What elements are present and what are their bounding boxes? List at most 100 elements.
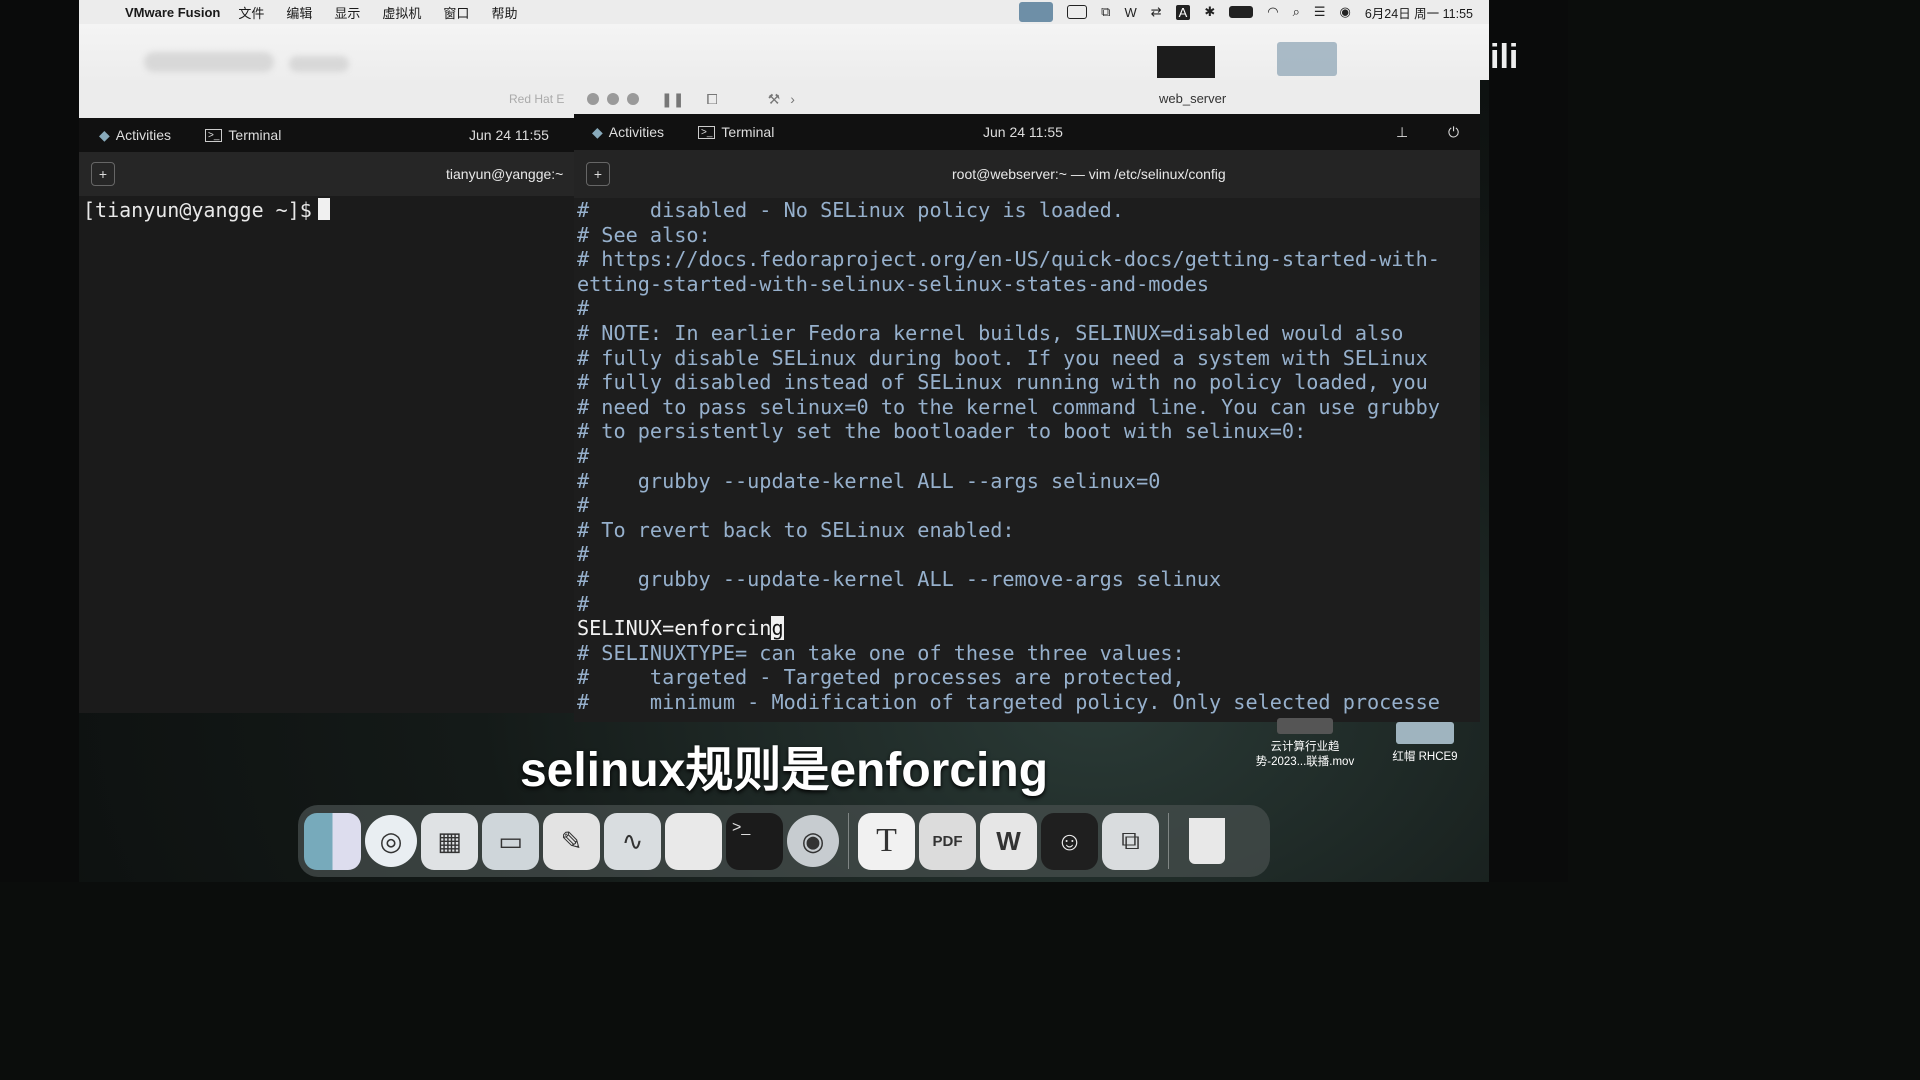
selinux-setting: SELINUX=enforcin bbox=[577, 616, 772, 641]
terminal-title: root@webserver:~ — vim /etc/selinux/conf… bbox=[952, 166, 1226, 182]
chevron-right-icon[interactable]: › bbox=[790, 91, 795, 107]
terminal-app-menu-right[interactable]: >_ Terminal bbox=[698, 124, 774, 140]
folder-icon bbox=[1396, 722, 1454, 744]
vim-line: # grubby --update-kernel ALL --remove-ar… bbox=[577, 566, 1222, 591]
chat-bot-icon[interactable]: ☺ bbox=[1041, 812, 1098, 870]
app-menu[interactable]: VMware Fusion bbox=[125, 5, 220, 20]
terminal-label: Terminal bbox=[228, 127, 282, 143]
pause-icon[interactable]: ❚❚ bbox=[661, 91, 684, 108]
typora-icon[interactable]: T bbox=[858, 812, 915, 870]
camera-icon[interactable] bbox=[1067, 5, 1088, 19]
finder-icon[interactable] bbox=[304, 812, 361, 870]
vim-cursor: g bbox=[771, 616, 784, 641]
menu-help[interactable]: 帮助 bbox=[491, 3, 517, 22]
vm-tab-webserver[interactable]: web_server bbox=[1159, 91, 1226, 106]
vim-line: # bbox=[577, 493, 590, 518]
input-method-icon[interactable]: A bbox=[1175, 4, 1191, 20]
vim-line: # To revert back to SELinux enabled: bbox=[577, 517, 1015, 542]
control-center-icon[interactable]: ☰ bbox=[1314, 4, 1326, 20]
vmware-toolbar: Red Hat E ❚❚ ⧠ ⚒ › web_server bbox=[79, 80, 1480, 118]
mac-dock: ◎ ▦ ▭ ✎ ∿ >_ ◉ T PDF W ☺ ⧉ bbox=[298, 805, 1270, 877]
sync-icon[interactable]: ⇄ bbox=[1151, 4, 1162, 20]
search-icon[interactable]: ⌕ bbox=[1293, 4, 1300, 20]
activities-button[interactable]: ◆ Activities bbox=[99, 127, 171, 144]
terminal-app-menu[interactable]: >_ Terminal bbox=[205, 127, 281, 143]
mac-menubar: VMware Fusion 文件 编辑 显示 虚拟机 窗口 帮助 ⧉ W ⇄ A… bbox=[79, 0, 1489, 24]
menu-vm[interactable]: 虚拟机 bbox=[382, 3, 421, 22]
menu-window[interactable]: 窗口 bbox=[443, 3, 469, 22]
freeform-icon[interactable]: ∿ bbox=[604, 812, 661, 870]
vm-tab-redhat[interactable]: Red Hat E bbox=[509, 92, 564, 106]
vim-active-line: SELINUX=enforcing bbox=[577, 616, 1480, 641]
zoom-button[interactable] bbox=[627, 93, 639, 105]
vim-line: # See also: bbox=[577, 222, 711, 247]
vim-line: # https://docs.fedoraproject.org/en-US/q… bbox=[577, 247, 1440, 272]
gnome-clock[interactable]: Jun 24 11:55 bbox=[469, 127, 549, 143]
vim-line: # to persistently set the bootloader to … bbox=[577, 419, 1307, 444]
launchpad-icon[interactable]: ▦ bbox=[421, 812, 478, 870]
activities-label: Activities bbox=[608, 124, 665, 140]
close-button[interactable] bbox=[587, 93, 599, 105]
vim-line: # bbox=[577, 591, 590, 616]
desktop-icon-label: 势-2023...联播.mov bbox=[1255, 756, 1355, 768]
network-icon[interactable]: ⊥ bbox=[1396, 124, 1408, 141]
vim-line: # bbox=[577, 542, 590, 567]
power-icon[interactable]: ⏻ bbox=[1448, 124, 1459, 141]
battery-icon[interactable] bbox=[1229, 6, 1254, 18]
dock-separator bbox=[848, 813, 849, 869]
pdf-icon[interactable]: PDF bbox=[919, 812, 976, 870]
snapshot-icon[interactable]: ⧠ bbox=[706, 91, 717, 108]
window-controls bbox=[587, 93, 639, 105]
minimize-button[interactable] bbox=[607, 93, 619, 105]
desktop-icon-label: 红帽 RHCE9 bbox=[1392, 751, 1458, 763]
vim-line: # SELINUXTYPE= can take one of these thr… bbox=[577, 640, 1185, 665]
desktop-icon-rhce9[interactable]: 红帽 RHCE9 bbox=[1380, 722, 1470, 765]
video-thumbnail bbox=[1157, 46, 1215, 78]
gnome-clock-right[interactable]: Jun 24 11:55 bbox=[983, 124, 1063, 140]
vmware-window-top bbox=[79, 24, 1489, 80]
menu-view[interactable]: 显示 bbox=[334, 3, 360, 22]
textedit-icon[interactable]: ✎ bbox=[543, 812, 600, 870]
bilibili-logo: ili bbox=[1490, 38, 1519, 76]
bluetooth-icon[interactable]: ✱ bbox=[1204, 4, 1215, 20]
preview-icon[interactable]: ▭ bbox=[482, 812, 539, 870]
safari-icon[interactable]: ◎ bbox=[365, 815, 417, 867]
terminal-icon: >_ bbox=[698, 125, 716, 139]
menu-file[interactable]: 文件 bbox=[238, 3, 264, 22]
screen-mirroring-icon[interactable] bbox=[1019, 2, 1054, 22]
gnome-top-bar-right: ◆ Activities >_ Terminal Jun 24 11:55 ⊥ … bbox=[574, 114, 1480, 150]
files-icon[interactable] bbox=[665, 812, 722, 870]
vim-line: # minimum - Modification of targeted pol… bbox=[577, 689, 1440, 714]
vim-line: # NOTE: In earlier Fedora kernel builds,… bbox=[577, 320, 1404, 345]
vim-line: # disabled - No SELinux policy is loaded… bbox=[577, 198, 1124, 222]
gnome-foot-icon: ◆ bbox=[99, 126, 110, 143]
vim-line: # fully disabled instead of SELinux runn… bbox=[577, 370, 1428, 395]
siri-icon[interactable]: ◉ bbox=[1340, 4, 1351, 20]
dock-separator bbox=[1168, 813, 1169, 869]
menubar-clock[interactable]: 6月24日 周一 11:55 bbox=[1365, 3, 1473, 22]
vim-line: # grubby --update-kernel ALL --args seli… bbox=[577, 468, 1161, 493]
vm-right-webserver: ◆ Activities >_ Terminal Jun 24 11:55 ⊥ … bbox=[574, 114, 1480, 722]
trash-icon[interactable] bbox=[1178, 813, 1235, 870]
vim-line: etting-started-with-selinux-selinux-stat… bbox=[577, 271, 1210, 296]
vm-left-redhat: ◆ Activities >_ Terminal Jun 24 11:55 + … bbox=[79, 118, 574, 713]
desktop-icon-video[interactable]: 云计算行业趋 势-2023...联播.mov bbox=[1246, 718, 1364, 770]
activities-button-right[interactable]: ◆ Activities bbox=[592, 124, 664, 141]
disk-utility-icon[interactable]: ◉ bbox=[787, 815, 839, 867]
terminal-icon[interactable]: >_ bbox=[726, 812, 783, 870]
terminal-title: tianyun@yangge:~ bbox=[446, 166, 564, 182]
desktop-icon-label: 云计算行业趋 bbox=[1270, 741, 1340, 753]
terminal-headerbar: + tianyun@yangge:~ bbox=[79, 152, 574, 196]
vim-buffer[interactable]: # disabled - No SELinux policy is loaded… bbox=[574, 198, 1480, 722]
new-tab-button[interactable]: + bbox=[91, 162, 115, 186]
wps-status-icon[interactable]: W bbox=[1124, 5, 1136, 20]
vmware-status-icon[interactable]: ⧉ bbox=[1101, 4, 1110, 20]
settings-wrench-icon[interactable]: ⚒ bbox=[768, 91, 781, 108]
wps-icon[interactable]: W bbox=[980, 812, 1037, 870]
gnome-top-bar: ◆ Activities >_ Terminal Jun 24 11:55 bbox=[79, 118, 574, 152]
menu-edit[interactable]: 编辑 bbox=[286, 3, 312, 22]
new-tab-button[interactable]: + bbox=[586, 162, 610, 186]
vmware-icon[interactable]: ⧉ bbox=[1102, 812, 1159, 870]
terminal-output[interactable]: [tianyun@yangge ~]$ bbox=[79, 196, 574, 713]
wifi-icon[interactable]: ◠ bbox=[1267, 4, 1278, 20]
